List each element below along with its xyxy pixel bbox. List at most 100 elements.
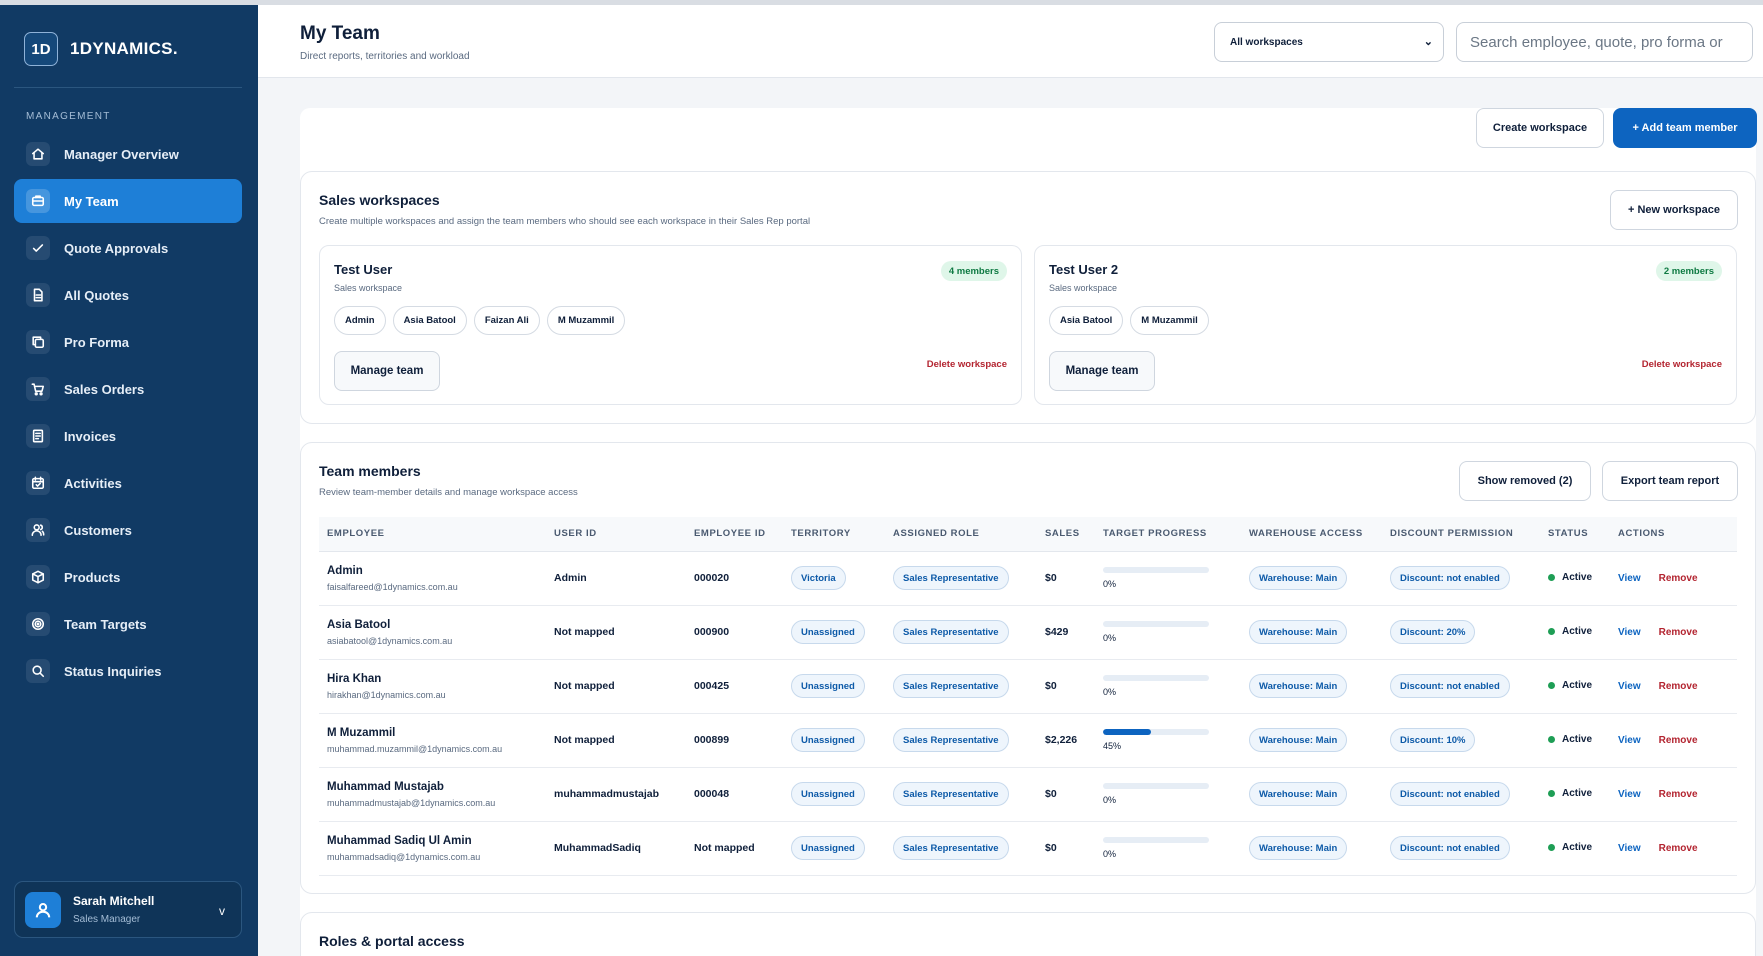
roles-access-panel: Roles & portal access — [300, 912, 1756, 956]
new-workspace-button[interactable]: + New workspace — [1610, 190, 1738, 230]
chevron-down-icon[interactable]: v — [219, 904, 225, 918]
status-badge: Active — [1548, 788, 1592, 799]
employee-id: Not mapped — [686, 821, 783, 876]
territory-pill: Victoria — [791, 566, 846, 590]
column-header: SALES — [1037, 517, 1095, 552]
member-chip: Admin — [334, 306, 386, 335]
sidebar-item-team-targets[interactable]: Team Targets — [14, 602, 242, 646]
view-link[interactable]: View — [1618, 573, 1641, 584]
delete-workspace-link[interactable]: Delete workspace — [1642, 359, 1722, 370]
role-pill: Sales Representative — [893, 782, 1009, 806]
view-link[interactable]: View — [1618, 735, 1641, 746]
member-chip: Asia Batool — [1049, 306, 1124, 335]
view-link[interactable]: View — [1618, 843, 1641, 854]
sidebar-item-label: My Team — [64, 193, 119, 209]
sidebar-item-quote-approvals[interactable]: Quote Approvals — [14, 226, 242, 270]
column-header: ASSIGNED ROLE — [885, 517, 1037, 552]
brand-logo[interactable]: 1D 1DYNAMICS. — [24, 32, 178, 66]
add-team-member-button[interactable]: + Add team member — [1613, 108, 1757, 148]
warehouse-pill: Warehouse: Main — [1249, 566, 1348, 590]
user-menu[interactable]: Sarah Mitchell Sales Manager v — [14, 881, 242, 938]
view-link[interactable]: View — [1618, 789, 1641, 800]
sidebar: 1D 1DYNAMICS. MANAGEMENT Manager Overvie… — [0, 5, 258, 956]
export-team-report-button[interactable]: Export team report — [1602, 461, 1738, 501]
employee-name: M Muzammil — [327, 726, 396, 739]
sales-value: $0 — [1037, 767, 1095, 822]
employee-email: asiabatool@1dynamics.com.au — [327, 635, 453, 646]
sidebar-item-label: Team Targets — [64, 616, 147, 632]
member-chip: Asia Batool — [392, 306, 467, 335]
remove-link[interactable]: Remove — [1659, 735, 1698, 746]
remove-link[interactable]: Remove — [1659, 573, 1698, 584]
user-icon — [35, 902, 51, 917]
sidebar-divider — [14, 87, 242, 88]
workspace-name: Test User — [334, 262, 393, 277]
column-header: STATUS — [1540, 517, 1610, 552]
avatar — [25, 891, 61, 928]
sidebar-item-my-team[interactable]: My Team — [14, 179, 242, 223]
discount-pill: Discount: not enabled — [1390, 674, 1510, 698]
create-workspace-button[interactable]: Create workspace — [1476, 108, 1604, 148]
status-text: Active — [1562, 842, 1593, 853]
workspace-card: Test User 2 Sales workspace 2 members As… — [1034, 245, 1737, 405]
warehouse-pill: Warehouse: Main — [1249, 620, 1348, 644]
sidebar-item-pro-forma[interactable]: Pro Forma — [14, 320, 242, 364]
table-row: Muhammad Mustajab muhammadmustajab@1dynam… — [319, 767, 1737, 822]
user-role: Sales Manager — [73, 914, 141, 925]
show-removed-button[interactable]: Show removed (2) — [1459, 461, 1591, 501]
manage-team-button[interactable]: Manage team — [1049, 351, 1155, 391]
member-chip: M Muzammil — [1130, 306, 1209, 335]
workspace-select[interactable]: All workspaces ⌄ — [1214, 22, 1444, 62]
workspace-type: Sales workspace — [1049, 283, 1118, 293]
column-header: DISCOUNT PERMISSION — [1382, 517, 1540, 552]
sidebar-item-label: Activities — [64, 475, 122, 491]
delete-workspace-link[interactable]: Delete workspace — [927, 359, 1007, 370]
table-row: Admin faisalfareed@1dynamics.com.au Admin… — [319, 551, 1737, 606]
sidebar-item-activities[interactable]: Activities — [14, 461, 242, 505]
sidebar-item-products[interactable]: Products — [14, 555, 242, 599]
brand-name: 1DYNAMICS. — [70, 39, 178, 58]
table-row: Muhammad Sadiq Ul Amin muhammadsadiq@1dyn… — [319, 821, 1737, 876]
employee-name: Hira Khan — [327, 672, 382, 685]
workspace-name: Test User 2 — [1049, 262, 1119, 277]
sales-value: $429 — [1037, 605, 1095, 660]
employee-name: Admin — [327, 564, 363, 577]
section-title: Team members — [319, 463, 421, 479]
view-link[interactable]: View — [1618, 681, 1641, 692]
discount-pill: Discount: not enabled — [1390, 782, 1510, 806]
warehouse-pill: Warehouse: Main — [1249, 836, 1348, 860]
remove-link[interactable]: Remove — [1659, 681, 1698, 692]
sidebar-item-all-quotes[interactable]: All Quotes — [14, 273, 242, 317]
sidebar-item-customers[interactable]: Customers — [14, 508, 242, 552]
progress-fill — [1103, 729, 1151, 735]
manage-team-button[interactable]: Manage team — [334, 351, 440, 391]
sales-value: $2,226 — [1037, 713, 1095, 768]
page-header: My Team Direct reports, territories and … — [258, 5, 1763, 78]
view-link[interactable]: View — [1618, 627, 1641, 638]
column-header: WAREHOUSE ACCESS — [1241, 517, 1382, 552]
employee-email: hirakhan@1dynamics.com.au — [327, 689, 446, 700]
column-header: TARGET PROGRESS — [1095, 517, 1241, 552]
sidebar-nav: Manager Overview My Team Quote Approvals… — [14, 132, 242, 696]
sidebar-item-invoices[interactable]: Invoices — [14, 414, 242, 458]
discount-pill: Discount: not enabled — [1390, 566, 1510, 590]
sidebar-item-manager-overview[interactable]: Manager Overview — [14, 132, 242, 176]
sidebar-item-status-inquiries[interactable]: Status Inquiries — [14, 649, 242, 693]
column-header: EMPLOYEE ID — [686, 517, 783, 552]
progress-label: 0% — [1103, 849, 1117, 859]
progress-label: 0% — [1103, 579, 1117, 589]
cart-icon — [26, 377, 50, 401]
members-count-badge: 4 members — [940, 261, 1007, 281]
sidebar-section-label: MANAGEMENT — [26, 111, 111, 122]
remove-link[interactable]: Remove — [1659, 789, 1698, 800]
sidebar-item-sales-orders[interactable]: Sales Orders — [14, 367, 242, 411]
status-text: Active — [1562, 788, 1593, 799]
remove-link[interactable]: Remove — [1659, 843, 1698, 854]
document-icon — [26, 283, 50, 307]
status-dot-icon — [1548, 844, 1555, 851]
user-id: Not mapped — [546, 659, 686, 714]
sidebar-item-label: All Quotes — [64, 287, 130, 303]
target-progress-bar — [1103, 675, 1209, 681]
remove-link[interactable]: Remove — [1659, 627, 1698, 638]
search-input[interactable]: Search employee, quote, pro forma or — [1456, 22, 1753, 62]
